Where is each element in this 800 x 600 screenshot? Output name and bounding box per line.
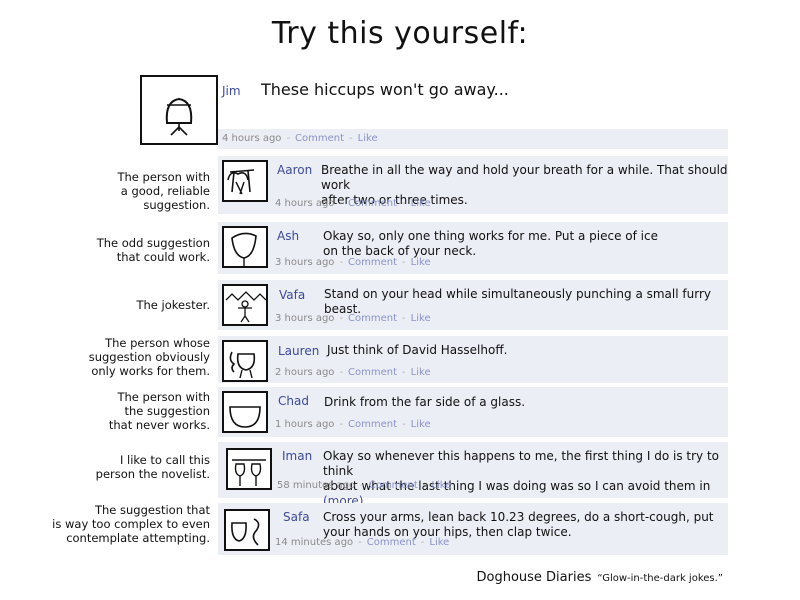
aaron-avatar <box>222 160 268 202</box>
reply-card: Iman Okay so whenever this happens to me… <box>218 442 728 508</box>
meta-separator: - <box>339 257 344 268</box>
like-link[interactable]: Like <box>411 367 431 378</box>
op-meta-bar: 4 hours ago - Comment - Like <box>218 129 728 149</box>
reply-meta: 4 hours ago - Comment - Like <box>275 198 431 209</box>
meta-separator: - <box>360 480 364 491</box>
op-like-link[interactable]: Like <box>358 133 378 144</box>
comment-link[interactable]: Comment <box>348 419 397 430</box>
like-link[interactable]: Like <box>411 257 431 268</box>
meta-separator: - <box>339 198 344 209</box>
reply-text: Drink from the far side of a glass. <box>324 395 526 409</box>
reply-author-name[interactable]: Lauren <box>278 344 319 358</box>
like-link[interactable]: Like <box>411 313 431 324</box>
chad-avatar <box>222 391 268 433</box>
meta-separator: - <box>402 198 406 209</box>
annotation-label: The jokester. <box>136 298 210 312</box>
reply-card: Aaron Breathe in all the way and hold yo… <box>218 156 728 214</box>
meta-separator: - <box>339 313 344 324</box>
reply-author-name[interactable]: Safa <box>283 510 310 524</box>
jim-avatar <box>140 75 218 145</box>
reply-author-name[interactable]: Aaron <box>277 163 312 177</box>
meta-separator: - <box>358 537 362 548</box>
comment-link[interactable]: Comment <box>348 257 397 268</box>
reply-author-name[interactable]: Iman <box>282 449 312 463</box>
stick-figure-icon <box>232 459 266 486</box>
comment-link[interactable]: Comment <box>369 480 418 491</box>
reply-meta: 2 hours ago - Comment - Like <box>275 367 431 378</box>
reply-author-name[interactable]: Chad <box>278 394 309 408</box>
reply-timestamp: 3 hours ago <box>275 313 335 324</box>
reply-meta: 1 hours ago - Comment - Like <box>275 419 431 430</box>
meta-separator: - <box>286 133 291 144</box>
meta-separator: - <box>349 133 353 144</box>
reply-timestamp: 3 hours ago <box>275 257 335 268</box>
meta-separator: - <box>402 313 406 324</box>
like-link[interactable]: Like <box>411 198 431 209</box>
iman-avatar <box>226 448 272 490</box>
op-comment-link[interactable]: Comment <box>295 133 344 144</box>
stick-figure-icon <box>231 518 260 546</box>
page-title: Try this yourself: <box>271 16 529 51</box>
vafa-avatar <box>222 284 268 326</box>
reply-timestamp: 2 hours ago <box>275 367 335 378</box>
like-link[interactable]: Like <box>431 480 451 491</box>
reply-text: Just think of David Hasselhoff. <box>327 343 508 357</box>
stick-figure-icon <box>229 406 261 428</box>
annotation-label: I like to call this person the novelist. <box>95 453 210 481</box>
reply-author-name[interactable]: Vafa <box>279 288 305 302</box>
reply-meta: 3 hours ago - Comment - Like <box>275 257 431 268</box>
reply-timestamp: 4 hours ago <box>275 198 335 209</box>
reply-meta: 58 minutes ago - Comment - Like <box>277 480 451 491</box>
footer-brand: Doghouse Diaries <box>476 570 592 585</box>
stick-figure-icon <box>231 232 257 266</box>
stick-figure-icon <box>227 169 255 195</box>
annotation-label: The person with the suggestion that neve… <box>108 390 210 432</box>
annotation-label: The person with a good, reliable suggest… <box>117 170 210 212</box>
reply-card: Lauren Just think of David Hasselhoff. 2… <box>218 336 728 383</box>
reply-text: Okay so, only one thing works for me. Pu… <box>323 229 658 258</box>
comment-link[interactable]: Comment <box>367 537 416 548</box>
footer-credit: Doghouse Diaries “Glow-in-the-dark jokes.… <box>477 570 724 585</box>
stick-figure-icon <box>229 351 256 379</box>
ash-avatar <box>222 226 268 268</box>
comment-link[interactable]: Comment <box>348 198 397 209</box>
meta-separator: - <box>420 537 425 548</box>
footer-tagline: “Glow-in-the-dark jokes.” <box>597 573 723 584</box>
reply-text: Okay so whenever this happens to me, the… <box>323 449 728 509</box>
annotation-label: The person whose suggestion obviously on… <box>88 336 210 378</box>
reply-timestamp: 1 hours ago <box>275 419 335 430</box>
meta-separator: - <box>339 419 344 430</box>
safa-avatar <box>224 509 270 551</box>
reply-author-name[interactable]: Ash <box>277 229 299 243</box>
like-link[interactable]: Like <box>411 419 431 430</box>
op-timestamp: 4 hours ago <box>222 133 282 144</box>
reply-meta: 14 minutes ago - Comment - Like <box>275 537 449 548</box>
annotation-label: The odd suggestion that could work. <box>96 236 210 264</box>
meta-separator: - <box>402 257 406 268</box>
op-post-text: These hiccups won't go away... <box>261 80 509 99</box>
op-author-name[interactable]: Jim <box>222 84 241 98</box>
meta-separator: - <box>402 419 406 430</box>
reply-card: Vafa Stand on your head while simultaneo… <box>218 280 728 330</box>
meta-separator: - <box>422 480 427 491</box>
stick-figure-icon <box>165 97 193 136</box>
reply-timestamp: 58 minutes ago <box>277 480 356 491</box>
lauren-avatar <box>222 340 268 382</box>
meta-separator: - <box>339 367 344 378</box>
comment-link[interactable]: Comment <box>348 367 397 378</box>
reply-card: Safa Cross your arms, lean back 10.23 de… <box>218 503 728 555</box>
stick-figure-icon <box>225 291 267 323</box>
reply-card: Chad Drink from the far side of a glass.… <box>218 387 728 437</box>
annotation-label: The suggestion that is way too complex t… <box>52 503 210 545</box>
reply-card: Ash Okay so, only one thing works for me… <box>218 222 728 274</box>
like-link[interactable]: Like <box>429 537 449 548</box>
comment-link[interactable]: Comment <box>348 313 397 324</box>
reply-timestamp: 14 minutes ago <box>275 537 354 548</box>
reply-text: Cross your arms, lean back 10.23 degrees… <box>323 510 714 539</box>
meta-separator: - <box>402 367 406 378</box>
reply-meta: 3 hours ago - Comment - Like <box>275 313 431 324</box>
